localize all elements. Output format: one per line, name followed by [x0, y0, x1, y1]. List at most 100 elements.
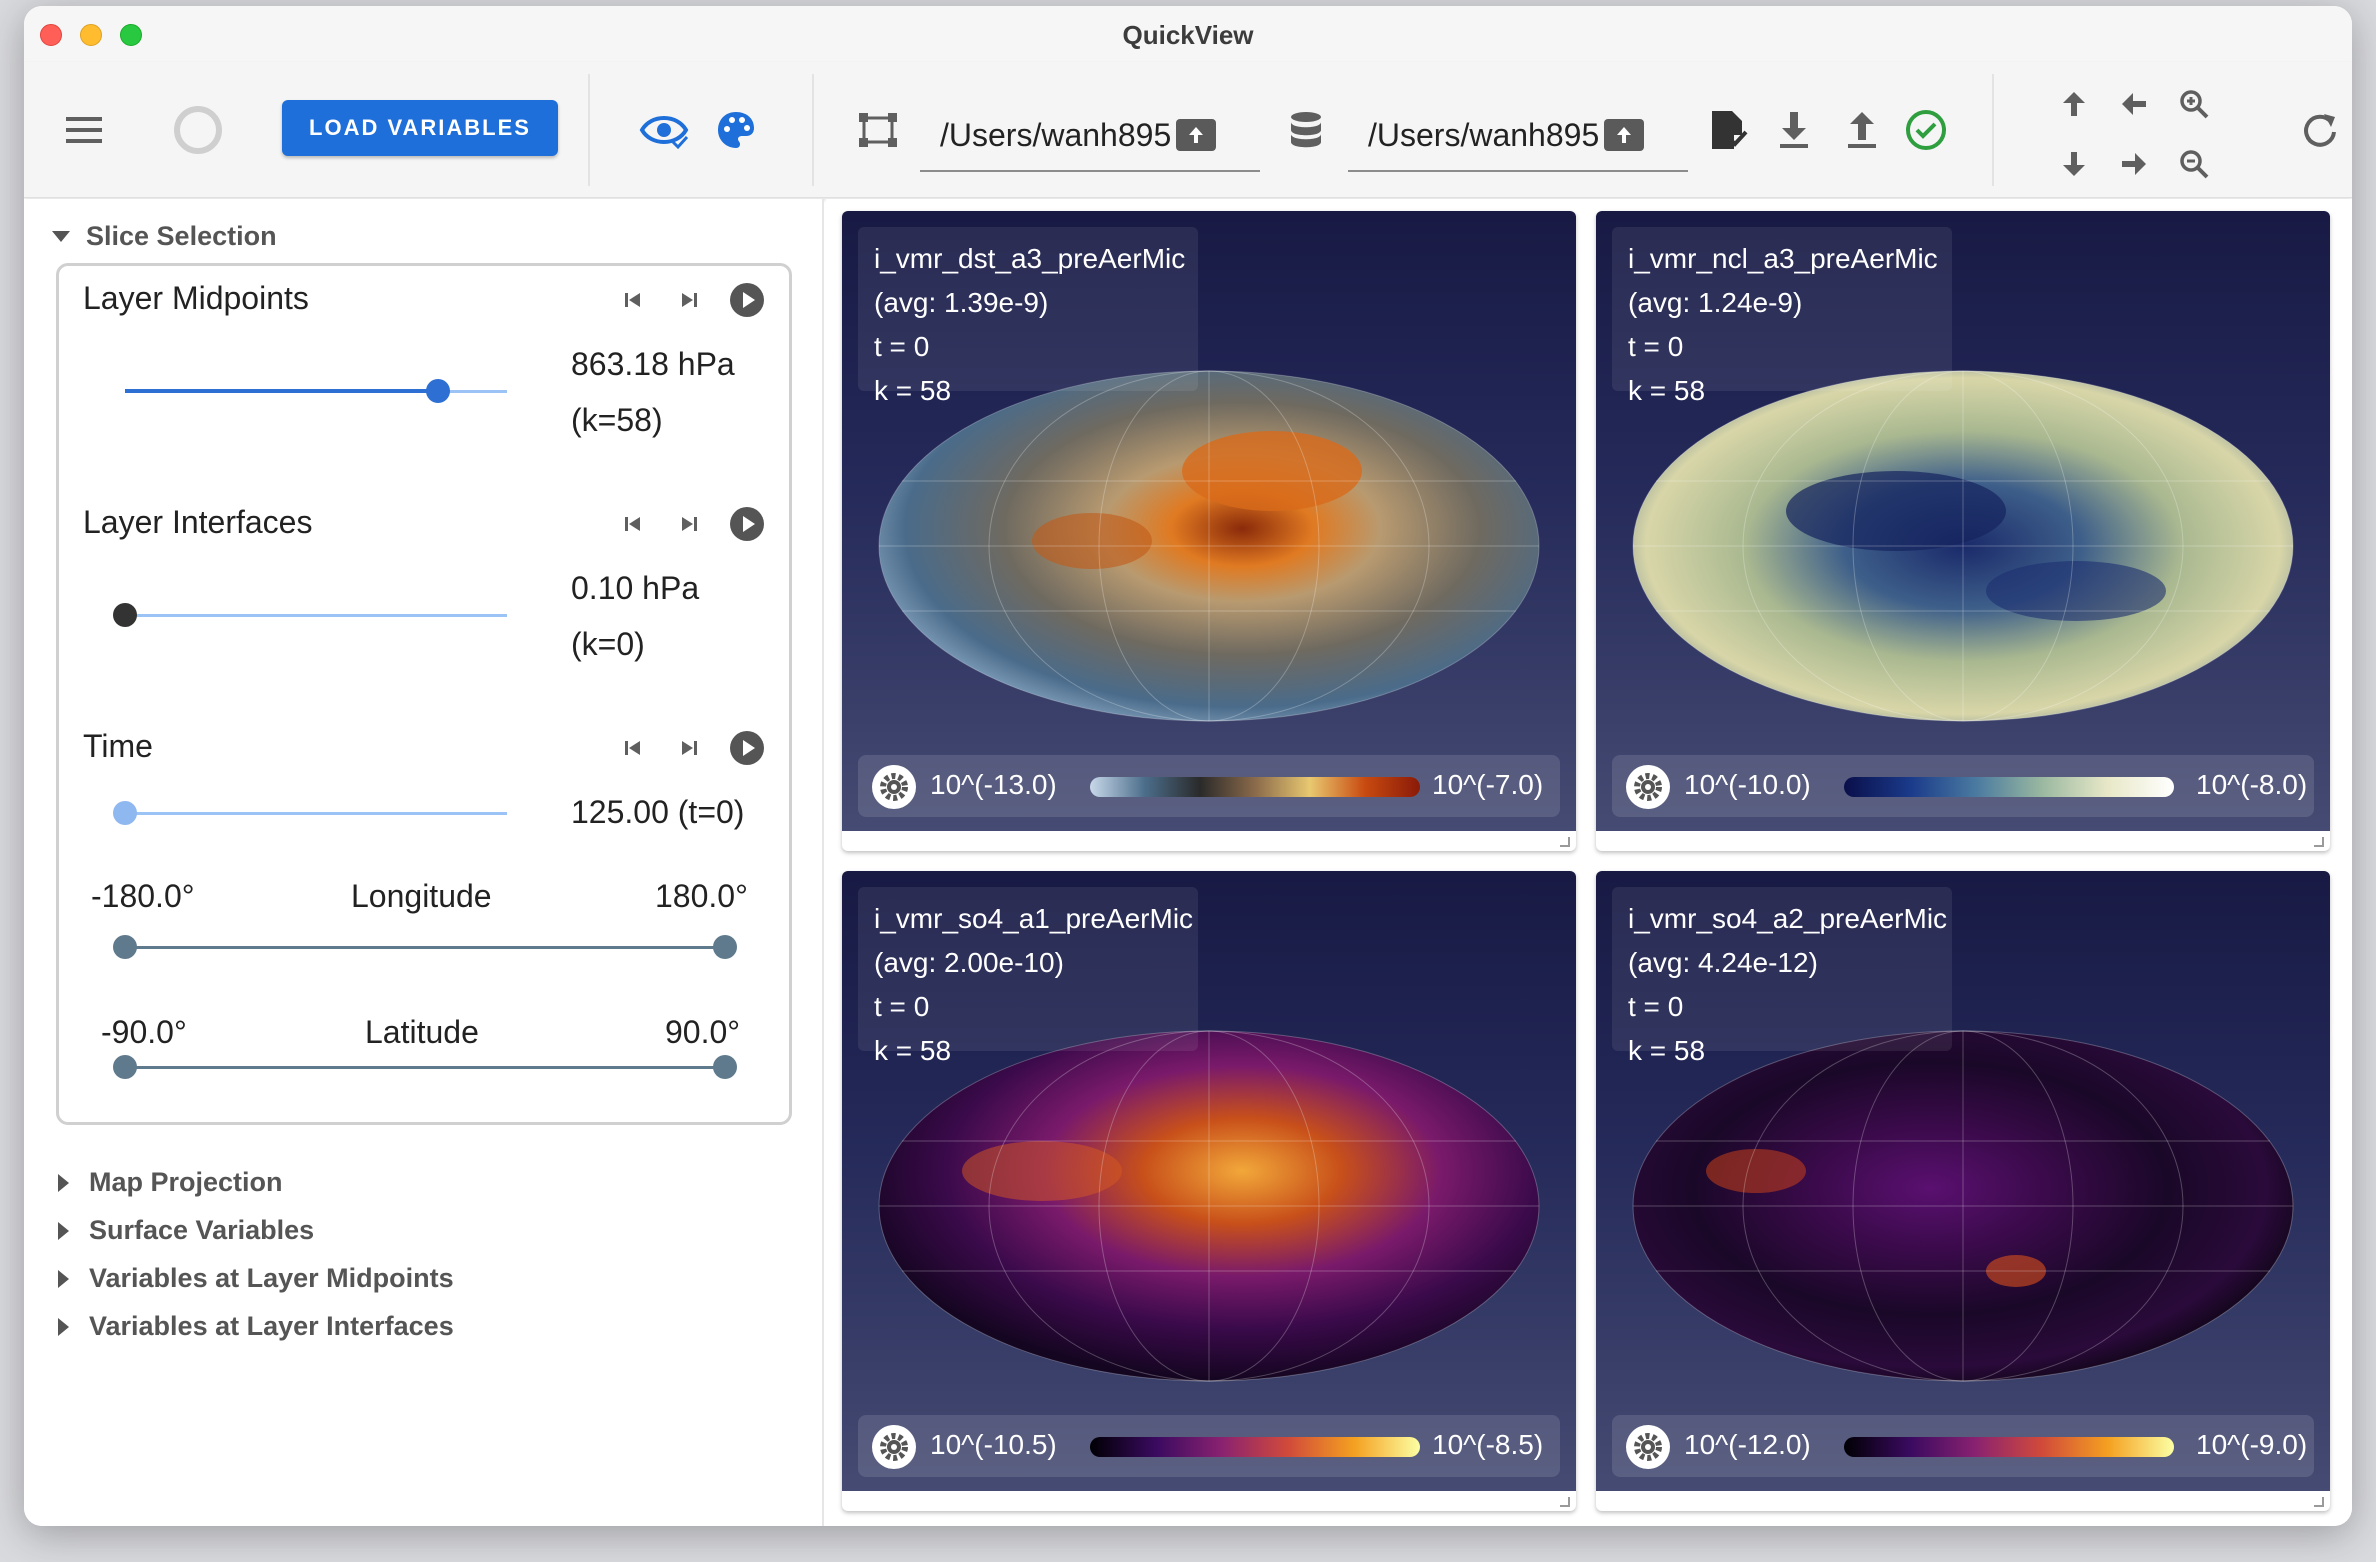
collapsed-triangle-icon	[58, 1173, 69, 1192]
toolbar-divider	[588, 74, 590, 186]
arrow-left-icon[interactable]	[2114, 84, 2154, 124]
view-info-box: i_vmr_so4_a1_preAerMic (avg: 2.00e-10) t…	[858, 887, 1198, 1066]
longitude-range-track[interactable]	[125, 946, 725, 949]
layer-midpoints-value: 863.18 hPa	[571, 346, 735, 382]
file-check-icon[interactable]	[1704, 106, 1752, 154]
layer-interfaces-slider-track[interactable]	[125, 614, 507, 617]
arrow-up-icon[interactable]	[2054, 84, 2094, 124]
longitude-max: 180.0°	[655, 878, 748, 914]
skip-last-icon[interactable]	[679, 738, 699, 758]
level-index: k = 58	[874, 1035, 952, 1066]
resize-handle-icon[interactable]	[1560, 1497, 1570, 1507]
skip-last-icon[interactable]	[679, 290, 699, 310]
midpoint-variables-title: Variables at Layer Midpoints	[89, 1263, 454, 1293]
database-icon[interactable]	[1284, 108, 1328, 152]
longitude-label: Longitude	[351, 878, 492, 914]
upload-icon[interactable]	[1838, 106, 1886, 154]
time-slider-thumb[interactable]	[113, 801, 137, 825]
zoom-in-icon[interactable]	[2174, 84, 2214, 124]
time-value: 125.00 (t=0)	[571, 794, 745, 830]
settings-gear-icon[interactable]	[872, 765, 916, 809]
layer-interfaces-value: 0.10 hPa	[571, 570, 700, 606]
map-projection-section[interactable]: Map Projection	[52, 1167, 283, 1198]
eye-icon[interactable]	[638, 104, 690, 156]
skip-first-icon[interactable]	[623, 290, 643, 310]
play-icon[interactable]	[729, 506, 765, 542]
resize-handle-icon[interactable]	[1560, 837, 1570, 847]
folder-upload-icon[interactable]	[1176, 119, 1216, 151]
colorbar-max: 10^(-7.0)	[1432, 769, 1544, 800]
map-view[interactable]: i_vmr_so4_a2_preAerMic (avg: 4.24e-12) t…	[1596, 871, 2330, 1491]
variable-name: i_vmr_so4_a1_preAerMic	[874, 903, 1194, 934]
play-icon[interactable]	[729, 282, 765, 318]
settings-gear-icon[interactable]	[872, 1425, 916, 1469]
toolbar: LOAD VARIABLES /Users/wanh895, /Users/wa…	[24, 62, 2352, 198]
colorbar: 10^(-12.0) 10^(-9.0)	[1612, 1415, 2314, 1477]
zoom-out-icon[interactable]	[2174, 144, 2214, 184]
play-icon[interactable]	[729, 730, 765, 766]
data-file-path-text: /Users/wanh895,	[940, 116, 1170, 153]
layer-interfaces-slider-thumb[interactable]	[113, 603, 137, 627]
load-variables-button[interactable]: LOAD VARIABLES	[282, 100, 558, 156]
longitude-max-thumb[interactable]	[713, 935, 737, 959]
download-icon[interactable]	[1770, 106, 1818, 154]
latitude-range-track[interactable]	[125, 1066, 725, 1069]
view-card: i_vmr_ncl_a3_preAerMic (avg: 1.24e-9) t …	[1596, 211, 2330, 851]
toolbar-divider	[1992, 74, 1994, 186]
collapsed-triangle-icon	[58, 1317, 69, 1336]
map-view[interactable]: i_vmr_ncl_a3_preAerMic (avg: 1.24e-9) t …	[1596, 211, 2330, 831]
data-file-path-field[interactable]: /Users/wanh895,	[920, 100, 1260, 172]
loading-spinner-icon	[172, 104, 224, 156]
view-card: i_vmr_so4_a2_preAerMic (avg: 4.24e-12) t…	[1596, 871, 2330, 1511]
variable-average: (avg: 4.24e-12)	[1628, 947, 1818, 978]
layer-midpoints-label: Layer Midpoints	[83, 280, 309, 316]
collapsed-triangle-icon	[58, 1221, 69, 1240]
settings-gear-icon[interactable]	[1626, 1425, 1670, 1469]
window-title: QuickView	[1122, 20, 1254, 50]
state-file-path-text: /Users/wanh895,	[1368, 116, 1598, 153]
reset-icon[interactable]	[2294, 104, 2346, 156]
time-slider-track[interactable]	[125, 812, 507, 815]
latitude-max-thumb[interactable]	[713, 1055, 737, 1079]
settings-gear-icon[interactable]	[1626, 765, 1670, 809]
view-info-box: i_vmr_ncl_a3_preAerMic (avg: 1.24e-9) t …	[1612, 227, 1952, 406]
arrow-right-icon[interactable]	[2114, 144, 2154, 184]
time-index: t = 0	[874, 991, 930, 1022]
palette-icon[interactable]	[710, 104, 762, 156]
longitude-min-thumb[interactable]	[113, 935, 137, 959]
latitude-min-thumb[interactable]	[113, 1055, 137, 1079]
layer-midpoints-index: (k=58)	[571, 402, 663, 438]
colorbar-min: 10^(-12.0)	[1684, 1429, 1811, 1460]
colorbar-min: 10^(-10.0)	[1684, 769, 1811, 800]
variable-average: (avg: 1.39e-9)	[874, 287, 1049, 318]
skip-first-icon[interactable]	[623, 738, 643, 758]
map-view[interactable]: i_vmr_dst_a3_preAerMic (avg: 1.39e-9) t …	[842, 211, 1576, 831]
layer-midpoints-slider-thumb[interactable]	[426, 379, 450, 403]
layer-interfaces-index: (k=0)	[571, 626, 645, 662]
midpoint-variables-section[interactable]: Variables at Layer Midpoints	[52, 1263, 454, 1294]
colorbar: 10^(-13.0) 10^(-7.0)	[858, 755, 1560, 817]
colorbar-min: 10^(-13.0)	[930, 769, 1057, 800]
menu-icon[interactable]	[60, 106, 108, 154]
interface-variables-section[interactable]: Variables at Layer Interfaces	[52, 1311, 454, 1342]
variable-average: (avg: 2.00e-10)	[874, 947, 1064, 978]
skip-first-icon[interactable]	[623, 514, 643, 534]
views-grid: i_vmr_dst_a3_preAerMic (avg: 1.39e-9) t …	[826, 199, 2352, 1526]
map-view[interactable]: i_vmr_so4_a1_preAerMic (avg: 2.00e-10) t…	[842, 871, 1576, 1491]
view-info-box: i_vmr_so4_a2_preAerMic (avg: 4.24e-12) t…	[1612, 887, 1952, 1066]
surface-variables-section[interactable]: Surface Variables	[52, 1215, 314, 1246]
variable-name: i_vmr_so4_a2_preAerMic	[1628, 903, 1948, 934]
resize-handle-icon[interactable]	[2314, 1497, 2324, 1507]
arrow-down-icon[interactable]	[2054, 144, 2094, 184]
time-index: t = 0	[1628, 331, 1684, 362]
level-index: k = 58	[1628, 375, 1706, 406]
layer-midpoints-slider-fill	[125, 389, 438, 393]
state-file-path-field[interactable]: /Users/wanh895,	[1348, 100, 1688, 172]
slice-selection-header[interactable]: Slice Selection	[52, 221, 277, 252]
app-window: QuickView LOAD VARIABLES /Users/wanh895,	[24, 6, 2352, 1526]
resize-handle-icon[interactable]	[2314, 837, 2324, 847]
variable-name: i_vmr_ncl_a3_preAerMic	[1628, 243, 1938, 274]
crop-frame-icon[interactable]	[854, 106, 902, 154]
folder-upload-icon[interactable]	[1604, 119, 1644, 151]
skip-last-icon[interactable]	[679, 514, 699, 534]
